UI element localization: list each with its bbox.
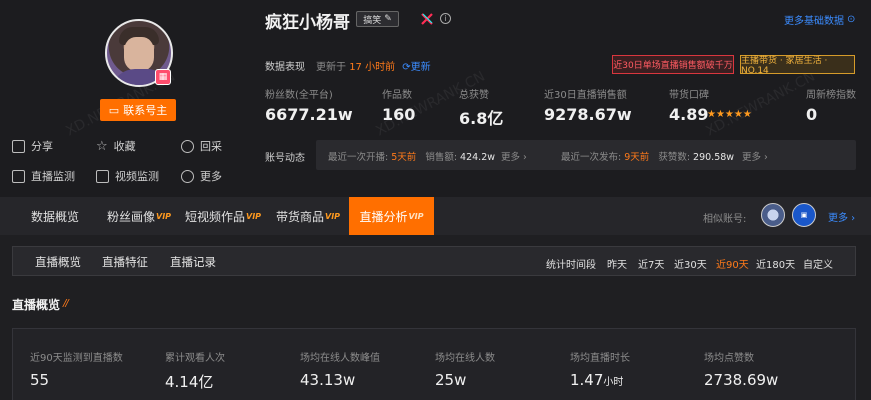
metric-label: 累计观看人次: [165, 353, 225, 364]
share-icon: [12, 139, 25, 153]
range-90d[interactable]: 近90天: [716, 256, 749, 271]
share-button[interactable]: 分享: [12, 138, 53, 154]
star-icon: ☆: [96, 138, 108, 154]
account-dynamics-label: 账号动态: [265, 153, 305, 164]
edit-icon: ✎: [384, 14, 392, 24]
video-monitor-icon: [96, 169, 109, 183]
live-monitor-button[interactable]: 直播监测: [12, 168, 75, 184]
chevron-right-icon: ⊙: [847, 14, 856, 25]
category-tag[interactable]: 搞笑 ✎: [356, 11, 399, 27]
live-more-link[interactable]: 更多 ›: [501, 149, 527, 163]
stat-value: 0: [806, 105, 818, 124]
stat-value: 6.8亿: [459, 109, 504, 128]
metric-value: 1.47小时: [570, 371, 624, 389]
chat-icon: ▭: [108, 103, 120, 117]
rank-badge: 主播带货 · 家居生活 · NO.14: [740, 55, 855, 76]
update-info: 更新于 17 小时前 ⟳更新: [316, 62, 431, 73]
account-name: 疯狂小杨哥: [265, 13, 350, 33]
stat-value: 160: [382, 105, 416, 124]
section-mark-icon: //: [63, 298, 69, 309]
stat-label: 带货口碑: [669, 90, 709, 101]
more-icon: [181, 169, 194, 183]
similar-account-avatar[interactable]: [761, 203, 785, 227]
tab-fans-profile[interactable]: 粉丝画像 VIP: [107, 197, 171, 235]
metric-value: 2738.69w: [704, 371, 779, 389]
refresh-link[interactable]: ⟳更新: [402, 62, 430, 73]
more-button[interactable]: 更多: [181, 168, 222, 184]
info-icon[interactable]: i: [440, 13, 451, 24]
douyin-icon: [421, 13, 433, 25]
range-yesterday[interactable]: 昨天: [607, 256, 627, 271]
tab-data-overview[interactable]: 数据概览: [31, 197, 79, 235]
tab-live-analysis[interactable]: 直播分析 VIP: [349, 197, 434, 235]
account-dynamics-box: 最近一次开播: 5天前 销售额: 424.2w 更多 › 最近一次发布: 9天前…: [316, 140, 856, 170]
live-monitor-icon: [12, 169, 25, 183]
time-range-label: 统计时间段: [546, 260, 596, 271]
stat-value: 6677.21w: [265, 105, 353, 124]
stat-label: 周新榜指数: [806, 90, 856, 101]
stat-label: 近30日直播销售额: [544, 90, 627, 101]
live-subnav: 直播概览 直播特征 直播记录 统计时间段 昨天 近7天 近30天 近90天 近1…: [12, 246, 856, 276]
video-monitor-button[interactable]: 视频监测: [96, 168, 159, 184]
watermark: XD.NEWRANK.CN: [703, 68, 818, 140]
metric-value: 4.14亿: [165, 373, 214, 391]
section-title: 直播概览: [12, 298, 61, 312]
subtab-live-records[interactable]: 直播记录: [170, 254, 216, 270]
metric-label: 场均直播时长: [570, 353, 630, 364]
subtab-live-overview[interactable]: 直播概览: [35, 254, 81, 270]
metric-label: 近90天监测到直播数: [30, 353, 123, 364]
metric-label: 场均在线人数: [435, 353, 495, 364]
rating-stars-icon: ★★★★★: [707, 109, 752, 120]
contact-owner-button[interactable]: ▭ 联系号主: [100, 99, 176, 121]
stat-value: 4.89: [669, 105, 709, 124]
metric-label: 场均在线人数峰值: [300, 353, 380, 364]
last-post-info: 最近一次发布: 9天前 获赞数: 290.58w: [561, 152, 735, 163]
sales-badge: 近30日单场直播销售额破千万: [612, 55, 734, 74]
tab-short-videos[interactable]: 短视频作品 VIP: [185, 197, 261, 235]
subtab-live-features[interactable]: 直播特征: [102, 254, 148, 270]
tab-products[interactable]: 带货商品 VIP: [276, 197, 340, 235]
range-180d[interactable]: 近180天: [756, 256, 795, 271]
qr-code-icon[interactable]: ▦: [155, 69, 171, 85]
stat-value: 9278.67w: [544, 105, 632, 124]
data-performance-label: 数据表现: [265, 62, 305, 73]
stat-label: 粉丝数(全平台): [265, 90, 333, 101]
metric-value: 25w: [435, 371, 467, 389]
more-basic-data-link[interactable]: 更多基础数据 ⊙: [784, 12, 855, 27]
similar-more-link[interactable]: 更多 ›: [828, 209, 855, 224]
account-header: XD.NEWRANK.CN XD.NEWRANK.CN XD.NEWRANK.C…: [0, 0, 871, 197]
metric-value: 55: [30, 371, 50, 389]
metric-value: 43.13w: [300, 371, 356, 389]
refresh-icon: [181, 139, 194, 153]
favorite-button[interactable]: ☆ 收藏: [96, 138, 136, 154]
last-live-info: 最近一次开播: 5天前 销售额: 424.2w: [328, 152, 496, 163]
similar-account-avatar[interactable]: ▣: [792, 203, 816, 227]
live-overview-panel: 近90天监测到直播数 55 累计观看人次 4.14亿 场均在线人数峰值 43.1…: [12, 328, 856, 400]
similar-accounts-label: 相似账号:: [703, 214, 747, 225]
range-30d[interactable]: 近30天: [674, 256, 707, 271]
post-more-link[interactable]: 更多 ›: [742, 149, 768, 163]
recollect-button[interactable]: 回采: [181, 138, 222, 154]
stat-label: 总获赞: [459, 90, 489, 101]
range-7d[interactable]: 近7天: [638, 256, 664, 271]
range-custom[interactable]: 自定义: [803, 256, 833, 271]
metric-label: 场均点赞数: [704, 353, 754, 364]
stat-label: 作品数: [382, 90, 412, 101]
